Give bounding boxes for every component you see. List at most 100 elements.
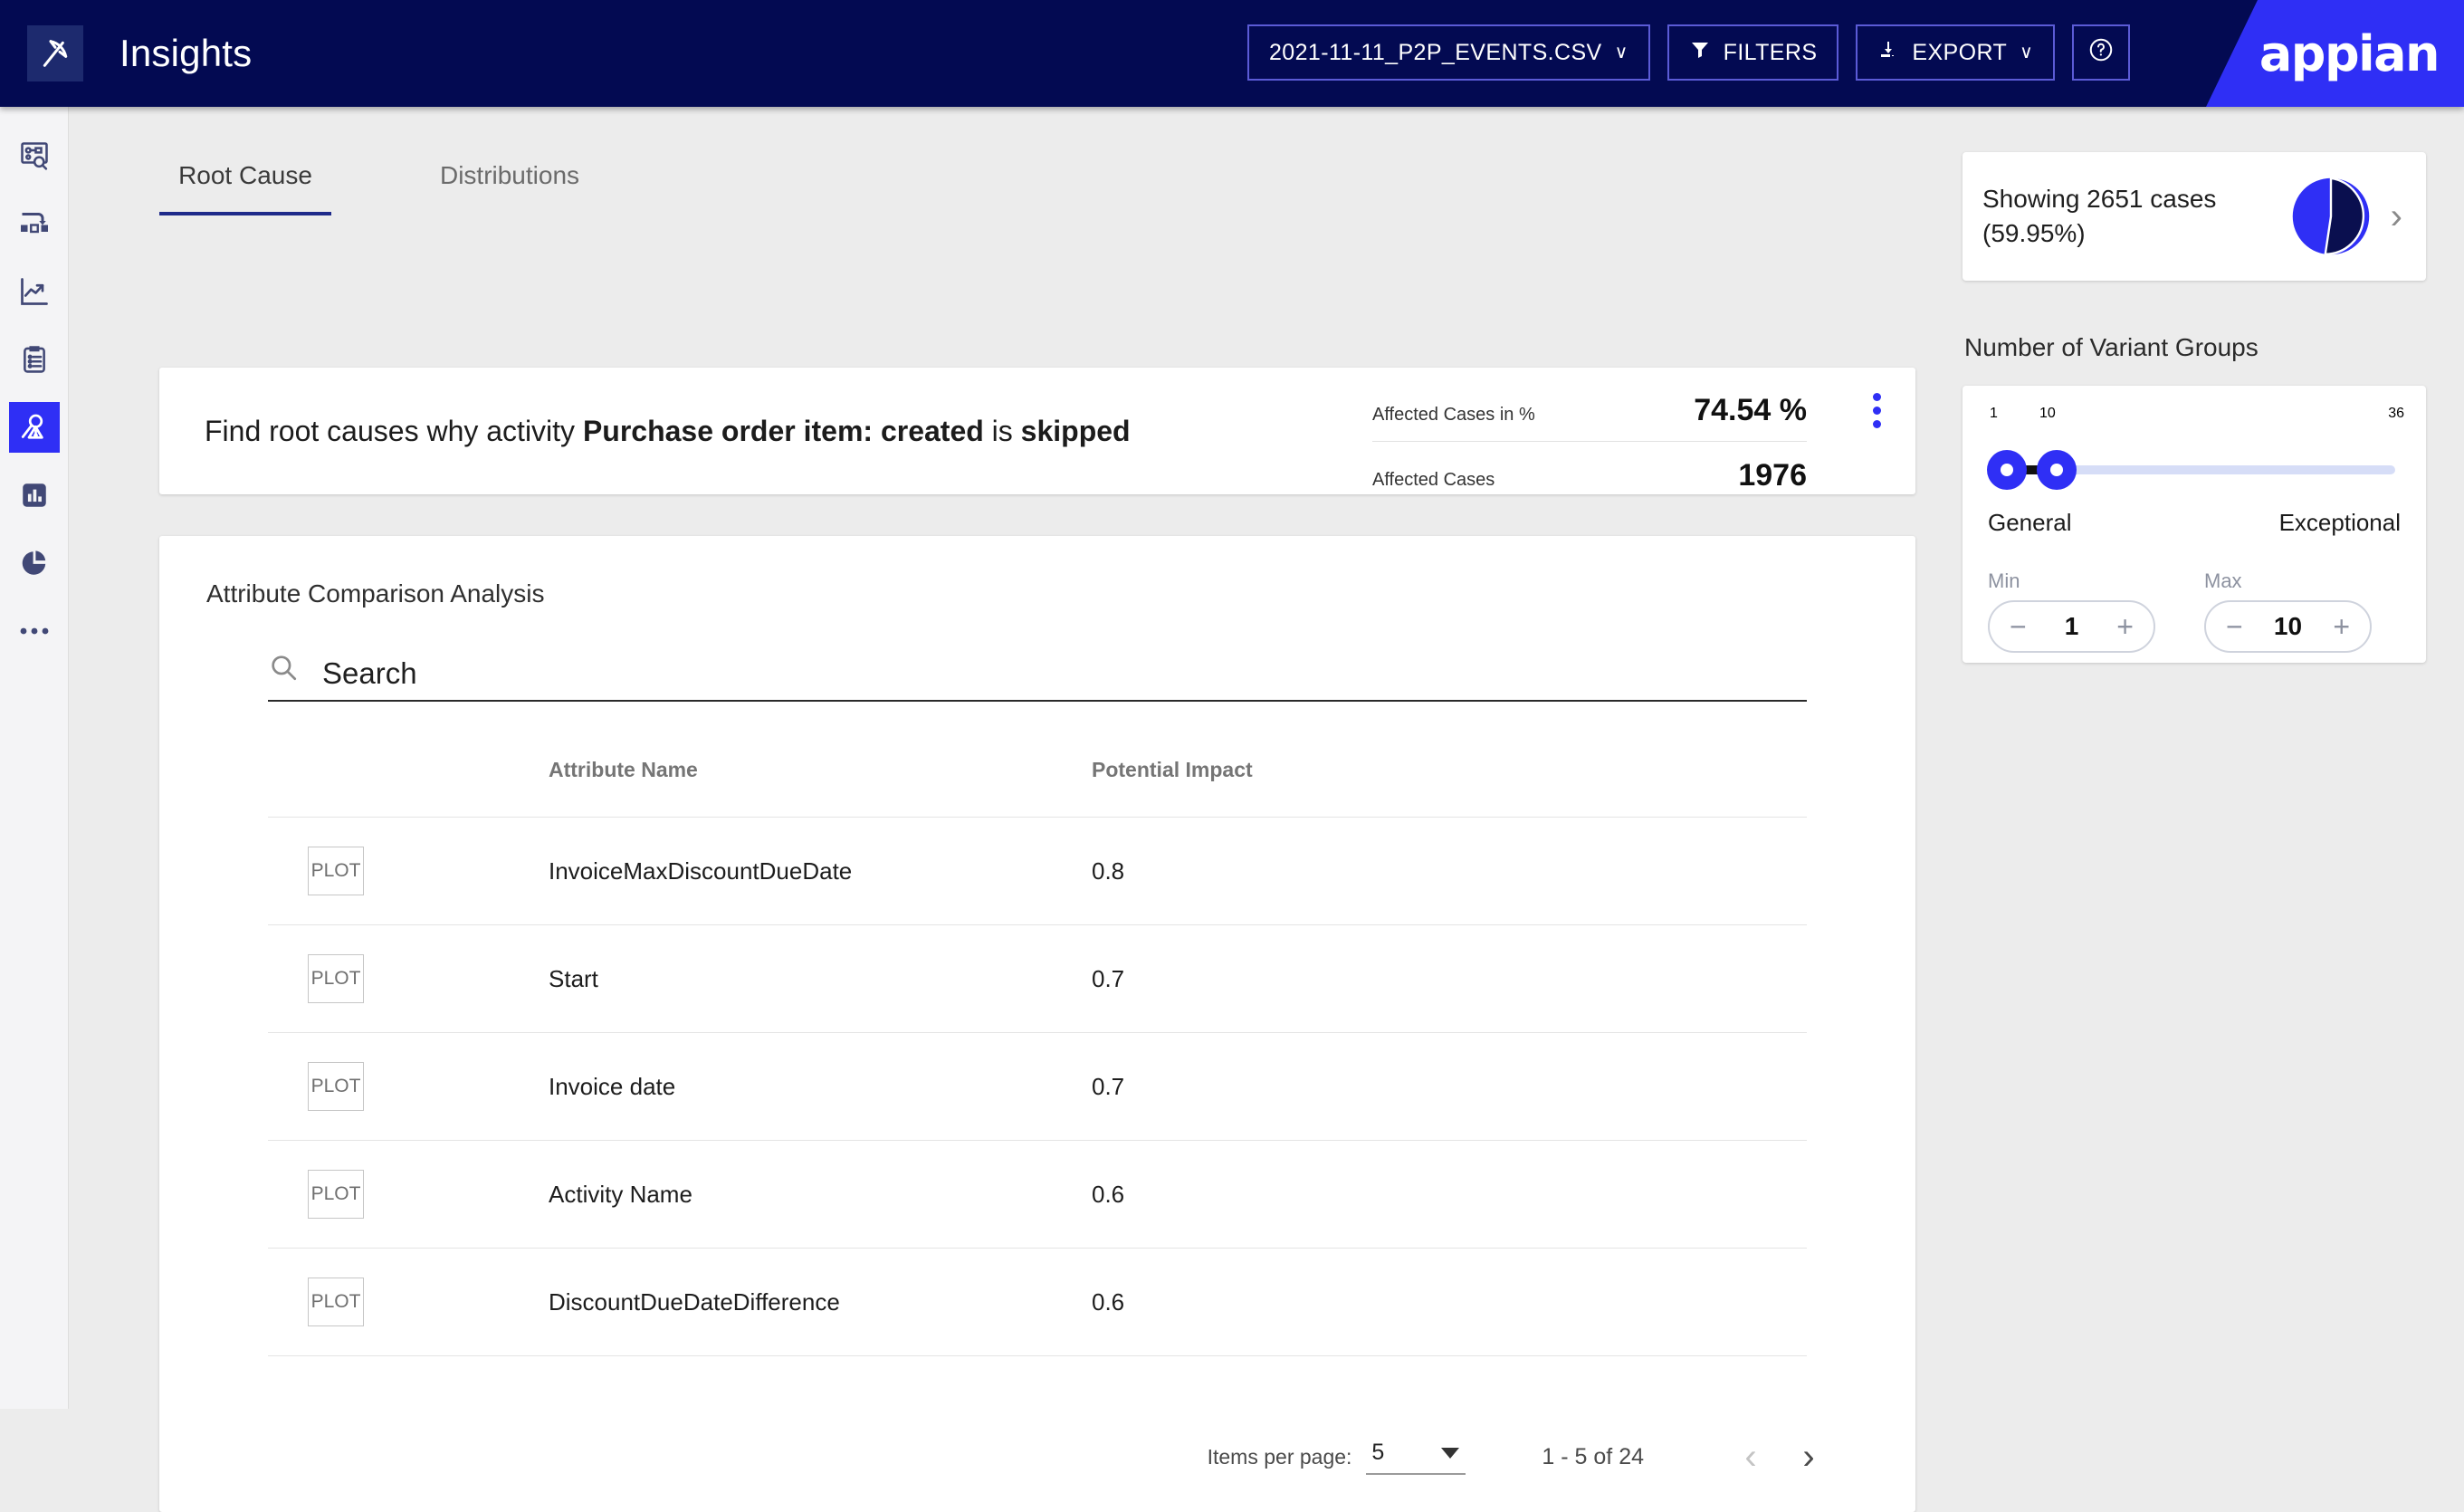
cell-attribute-name: Start xyxy=(549,924,1092,1033)
dataset-select[interactable]: 2021-11-11_P2P_EVENTS.CSV ∨ xyxy=(1247,24,1650,81)
header-controls: 2021-11-11_P2P_EVENTS.CSV ∨ FILTERS EXPO… xyxy=(1247,24,2131,81)
cell-potential-impact: 0.8 xyxy=(1092,817,1807,925)
export-button[interactable]: EXPORT ∨ xyxy=(1856,24,2056,81)
sidebar-item-more[interactable] xyxy=(9,606,60,656)
items-per-page-label: Items per page: xyxy=(1207,1445,1352,1469)
slider-handle-max[interactable] xyxy=(2037,450,2077,490)
question-middle: is xyxy=(983,414,1021,447)
help-circle-icon xyxy=(2087,36,2115,70)
tab-root-cause[interactable]: Root Cause xyxy=(159,161,331,215)
app-header: Insights 2021-11-11_P2P_EVENTS.CSV ∨ FIL… xyxy=(0,0,2464,107)
showing-cases-line1: Showing 2651 cases xyxy=(1982,185,2217,214)
table-row: PLOT InvoiceMaxDiscountDueDate 0.8 xyxy=(268,817,1807,925)
max-stepper-group: Max − 10 + xyxy=(2204,569,2372,653)
pagination-range: 1 - 5 of 24 xyxy=(1542,1444,1644,1469)
variant-groups-title: Number of Variant Groups xyxy=(1964,333,2259,361)
slider-scale-min: 1 xyxy=(1990,406,1998,421)
stat-affected-cases: Affected Cases 1976 xyxy=(1372,441,1807,506)
plot-button[interactable]: PLOT xyxy=(308,1278,364,1326)
sidebar-item-bar-analytics[interactable] xyxy=(9,470,60,521)
items-per-page-select[interactable]: 5 xyxy=(1366,1440,1466,1475)
cell-potential-impact: 0.7 xyxy=(1092,1032,1807,1141)
kebab-menu-icon[interactable] xyxy=(1873,393,1881,428)
appian-wordmark: appian xyxy=(2259,24,2440,82)
sidebar-item-pie-analytics[interactable] xyxy=(9,538,60,589)
variant-groups-range-slider[interactable] xyxy=(1987,450,2395,490)
table-paginator: Items per page: 5 1 - 5 of 24 ‹ › xyxy=(159,1437,1915,1478)
slider-handle-min[interactable] xyxy=(1987,450,2027,490)
root-cause-summary-card: Find root causes why activity Purchase o… xyxy=(159,368,1915,494)
root-cause-stats: Affected Cases in % 74.54 % Affected Cas… xyxy=(1372,388,1807,506)
slider-label-exceptional: Exceptional xyxy=(2278,509,2401,536)
main-content: Root Cause Distributions Find root cause… xyxy=(69,107,1970,1512)
dataset-select-label: 2021-11-11_P2P_EVENTS.CSV xyxy=(1269,39,1602,65)
filters-button-label: FILTERS xyxy=(1723,39,1818,65)
root-cause-question: Find root causes why activity Purchase o… xyxy=(205,415,1131,448)
stat-label: Affected Cases in % xyxy=(1372,405,1535,425)
sidebar-item-process-discovery[interactable] xyxy=(9,130,60,181)
stat-value: 74.54 % xyxy=(1694,393,1807,427)
slider-scale-current: 10 xyxy=(2039,406,2056,421)
stat-value: 1976 xyxy=(1738,458,1807,493)
showing-cases-line2: (59.95%) xyxy=(1982,219,2086,247)
max-decrement-button[interactable]: − xyxy=(2226,612,2243,641)
min-decrement-button[interactable]: − xyxy=(2010,612,2027,641)
plot-button[interactable]: PLOT xyxy=(308,847,364,895)
cell-attribute-name: Activity Name xyxy=(549,1140,1092,1249)
chevron-down-icon xyxy=(1440,1440,1460,1466)
cell-potential-impact: 0.6 xyxy=(1092,1248,1807,1356)
max-label: Max xyxy=(2204,569,2242,592)
tab-bar: Root Cause Distributions xyxy=(159,161,1970,215)
chevron-down-icon: ∨ xyxy=(2020,43,2034,62)
sidebar-item-cases[interactable] xyxy=(9,334,60,385)
search-field[interactable] xyxy=(268,652,1807,702)
chevron-right-icon[interactable]: › xyxy=(2391,196,2402,237)
max-value: 10 xyxy=(2273,612,2303,640)
tab-distributions[interactable]: Distributions xyxy=(419,161,600,215)
chevron-right-icon[interactable]: › xyxy=(1780,1437,1838,1478)
cell-potential-impact: 0.6 xyxy=(1092,1140,1807,1249)
table-body: PLOT InvoiceMaxDiscountDueDate 0.8 PLOT … xyxy=(268,817,1807,1356)
table-row: PLOT Invoice date 0.7 xyxy=(268,1032,1807,1141)
filters-button[interactable]: FILTERS xyxy=(1667,24,1839,81)
plot-button[interactable]: PLOT xyxy=(308,1062,364,1111)
search-icon xyxy=(268,652,299,687)
question-prefix: Find root causes why activity xyxy=(205,414,583,447)
cell-potential-impact: 0.7 xyxy=(1092,924,1807,1033)
column-header-potential-impact: Potential Impact xyxy=(1092,758,1253,781)
sidebar-item-trends[interactable] xyxy=(9,266,60,317)
slider-scale-max: 36 xyxy=(2388,406,2404,421)
plot-button[interactable]: PLOT xyxy=(308,954,364,1003)
min-stepper[interactable]: − 1 + xyxy=(1988,600,2155,653)
column-header-attribute-name: Attribute Name xyxy=(549,758,698,781)
min-increment-button[interactable]: + xyxy=(2116,612,2134,641)
showing-cases-text: Showing 2651 cases (59.95%) xyxy=(1982,182,2287,251)
sidebar-item-root-cause[interactable] xyxy=(8,402,60,453)
min-value: 1 xyxy=(2064,612,2079,640)
plot-button[interactable]: PLOT xyxy=(308,1170,364,1219)
sidebar-item-process-map[interactable] xyxy=(9,198,60,249)
stat-label: Affected Cases xyxy=(1372,470,1495,490)
table-row: PLOT Activity Name 0.6 xyxy=(268,1140,1807,1249)
search-input[interactable] xyxy=(322,656,1807,691)
pickaxe-logo-icon[interactable] xyxy=(27,25,83,81)
download-icon xyxy=(1877,39,1899,67)
appian-brand-banner: appian xyxy=(2206,0,2464,107)
right-panel: Showing 2651 cases (59.95%) › Number of … xyxy=(1963,107,2464,1409)
cell-attribute-name: Invoice date xyxy=(549,1032,1092,1141)
stat-affected-cases-percent: Affected Cases in % 74.54 % xyxy=(1372,388,1807,441)
max-increment-button[interactable]: + xyxy=(2333,612,2350,641)
attribute-table: Attribute Name Potential Impact PLOT Inv… xyxy=(268,749,1807,1356)
min-label: Min xyxy=(1988,569,2020,592)
attribute-comparison-card: Attribute Comparison Analysis Attribute … xyxy=(159,536,1915,1512)
export-button-label: EXPORT xyxy=(1912,39,2008,65)
question-state: skipped xyxy=(1020,414,1131,447)
slider-label-general: General xyxy=(1988,509,2072,536)
cell-attribute-name: InvoiceMaxDiscountDueDate xyxy=(549,817,1092,925)
help-button[interactable] xyxy=(2072,24,2131,81)
showing-cases-card[interactable]: Showing 2651 cases (59.95%) › xyxy=(1963,152,2426,281)
chevron-left-icon[interactable]: ‹ xyxy=(1722,1437,1780,1478)
table-row: PLOT DiscountDueDateDifference 0.6 xyxy=(268,1248,1807,1356)
min-max-steppers: Min − 1 + Max − 10 + xyxy=(1988,569,2401,653)
max-stepper[interactable]: − 10 + xyxy=(2204,600,2372,653)
